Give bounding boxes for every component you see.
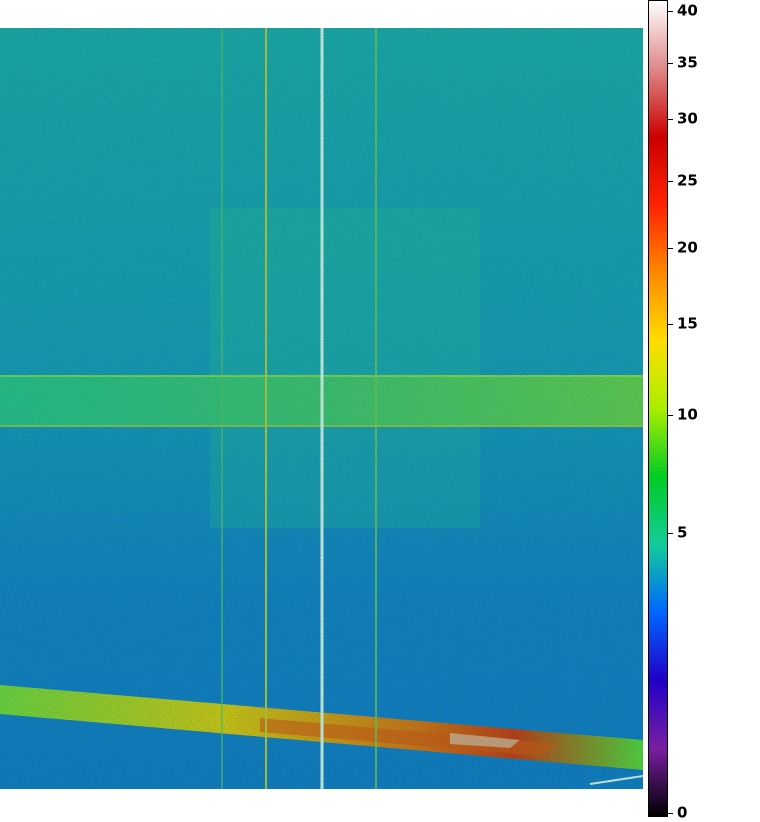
colorbar-tick-mark xyxy=(668,533,673,534)
colorbar-tick-mark xyxy=(668,248,673,249)
colorbar-tick-mark xyxy=(668,415,673,416)
colorbar-tick-mark xyxy=(668,11,673,12)
detector-image xyxy=(0,28,643,789)
colorbar-tick-label: 20 xyxy=(677,238,698,257)
colorbar-tick-label: 25 xyxy=(677,171,698,190)
colorbar-tick-mark xyxy=(668,119,673,120)
colorbar-tick-mark xyxy=(668,181,673,182)
colorbar-tick-label: 40 xyxy=(677,1,698,20)
colorbar-tick-label: 5 xyxy=(677,523,688,542)
colorbar-tick-label: 0 xyxy=(677,803,688,822)
colorbar-tick-mark xyxy=(668,813,673,814)
colorbar-tick-label: 15 xyxy=(677,314,698,333)
colorbar-tick-mark xyxy=(668,324,673,325)
colorbar-tick-mark xyxy=(668,63,673,64)
colorbar xyxy=(648,0,668,817)
colorbar-tick-label: 10 xyxy=(677,405,698,424)
colorbar-tick-label: 35 xyxy=(677,53,698,72)
colorbar-tick-label: 30 xyxy=(677,109,698,128)
